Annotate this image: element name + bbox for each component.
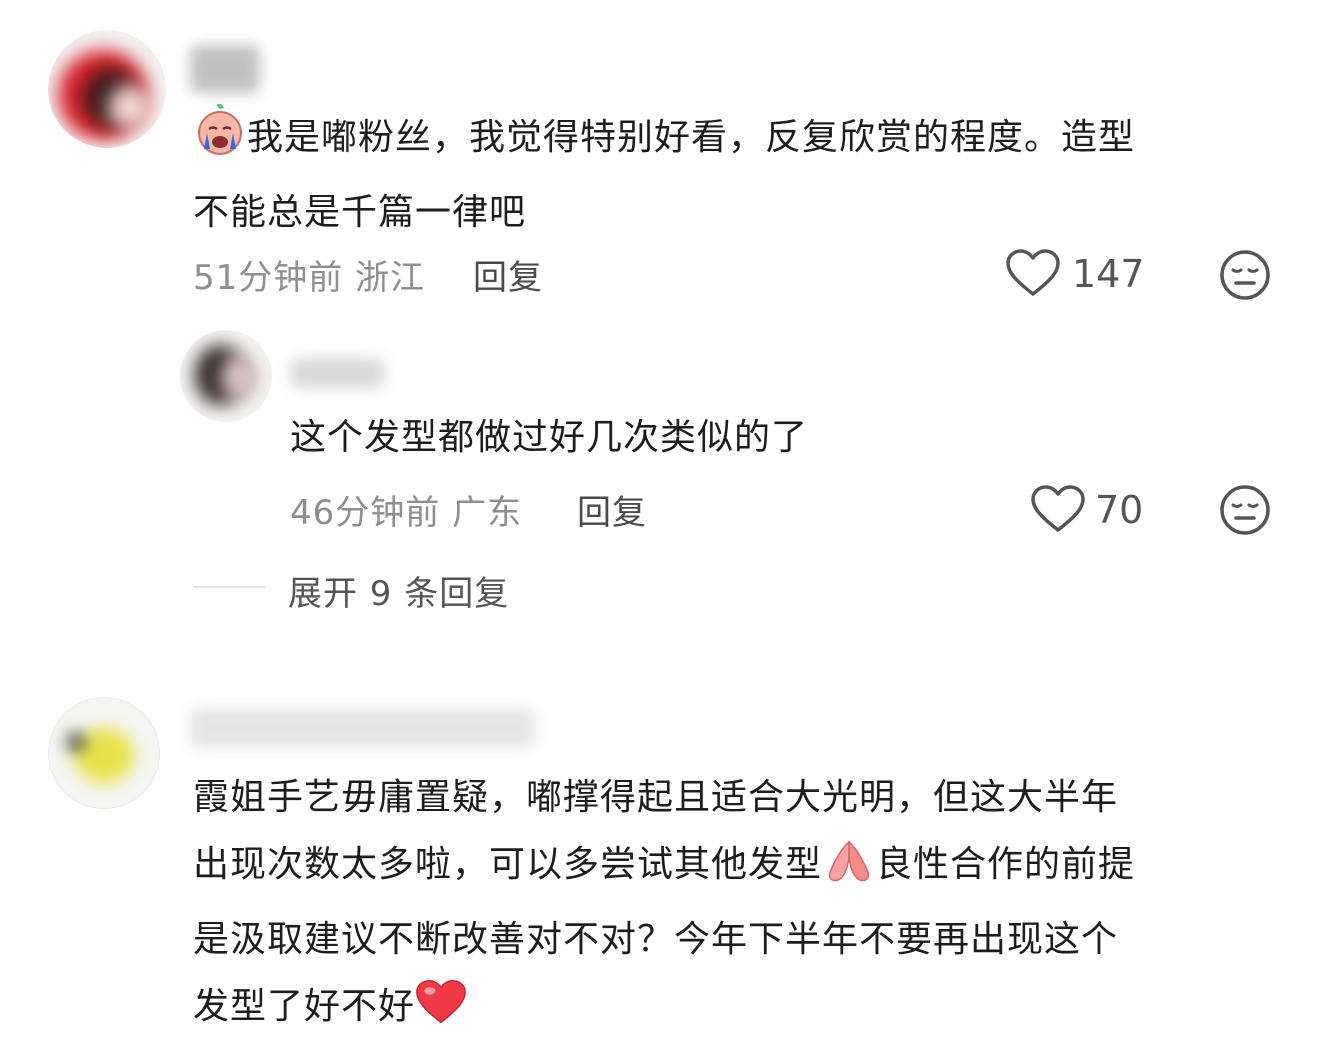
like-count: 147 [1072, 252, 1145, 296]
comment-location: 广东 [452, 493, 523, 533]
comment-text: 霞姐手艺毋庸置疑，嘟撑得起且适合大光明，但这大半年 出现次数太多啦，可以多尝试其… [193, 764, 1293, 1048]
folded-hands-icon [822, 838, 876, 906]
avatar[interactable] [48, 30, 166, 148]
like-count: 70 [1095, 488, 1144, 532]
comment-time: 51分钟前 浙江 [193, 258, 426, 298]
divider [193, 586, 265, 588]
username[interactable] [190, 708, 535, 748]
reply-button[interactable]: 回复 [473, 250, 543, 299]
red-heart-icon [415, 978, 467, 1048]
dislike-face-icon[interactable] [1218, 483, 1272, 541]
username[interactable] [190, 45, 260, 93]
heart-icon[interactable] [1005, 248, 1061, 302]
username[interactable] [290, 358, 385, 388]
dislike-face-icon[interactable] [1218, 248, 1272, 306]
comment-time: 46分钟前 广东 [290, 493, 523, 533]
heart-icon[interactable] [1030, 484, 1086, 538]
avatar[interactable] [48, 697, 160, 809]
comment-location: 浙江 [355, 258, 426, 298]
avatar[interactable] [180, 330, 272, 422]
comment-text: 这个发型都做过好几次类似的了 [290, 417, 809, 458]
comment-text: 我是嘟粉丝，我觉得特别好看，反复欣赏的程度。造型 不能总是千篇一律吧 [193, 103, 1273, 246]
crying-face-icon [193, 103, 247, 179]
reply-button[interactable]: 回复 [577, 485, 647, 534]
expand-replies-button[interactable]: 展开 9 条回复 [288, 566, 509, 615]
